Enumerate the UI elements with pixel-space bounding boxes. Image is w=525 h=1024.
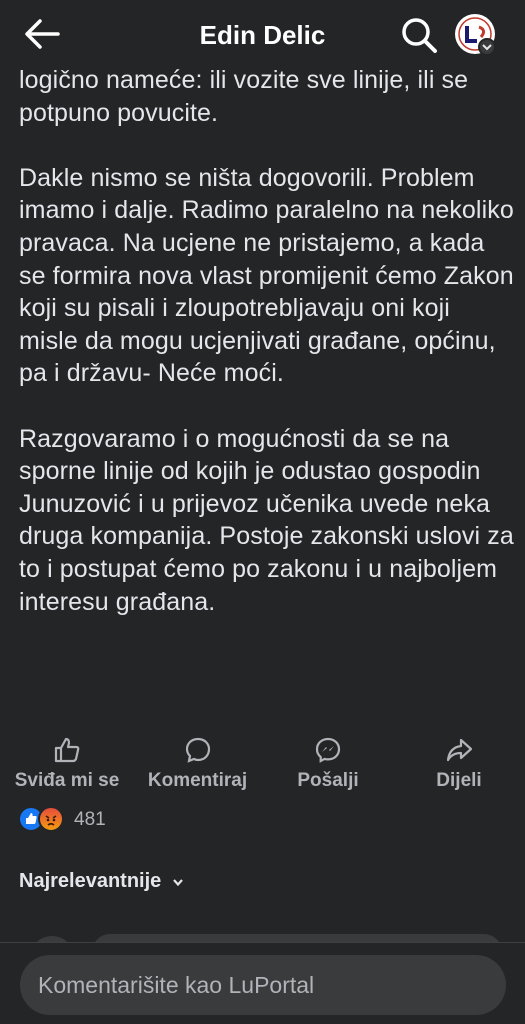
share-arrow-icon <box>446 738 473 762</box>
messenger-icon <box>315 737 341 763</box>
angry-reaction-icon <box>38 806 64 832</box>
post-body: logično nameće: ili vozite sve linije, i… <box>19 64 514 618</box>
top-bar: Edin Delic <box>0 0 525 68</box>
comment-label: Komentiraj <box>147 770 248 791</box>
comment-sort-dropdown[interactable]: Najrelevantnije <box>19 870 185 893</box>
search-icon <box>402 18 437 53</box>
post-actions-bar: Sviđa mi se Komentiraj Pošalji Dijeli <box>0 736 525 796</box>
chevron-down-icon <box>482 44 492 51</box>
comment-composer <box>0 942 525 1024</box>
comment-button[interactable]: Komentiraj <box>140 736 255 792</box>
share-label: Dijeli <box>436 770 482 791</box>
page-title: Edin Delic <box>199 20 326 50</box>
sort-label: Najrelevantnije <box>19 870 162 892</box>
reaction-count: 481 <box>74 809 106 830</box>
post-paragraph: logično nameće: ili vozite sve linije, i… <box>19 66 469 127</box>
post-paragraph: Razgovaramo i o mogućnosti da se na spor… <box>19 424 514 616</box>
like-button[interactable]: Sviđa mi se <box>8 736 126 792</box>
comment-input[interactable] <box>20 955 506 1015</box>
share-button[interactable]: Dijeli <box>420 736 498 792</box>
post-paragraph: Dakle nismo se ništa dogovorili. Problem… <box>19 163 514 388</box>
thumbs-up-icon <box>54 737 80 763</box>
search-button[interactable] <box>398 14 440 56</box>
send-label: Pošalji <box>297 770 359 791</box>
account-switcher-badge[interactable] <box>478 38 496 56</box>
comment-bubble-icon <box>185 737 210 763</box>
like-label: Sviđa mi se <box>14 770 120 791</box>
send-button[interactable]: Pošalji <box>284 736 372 792</box>
chevron-down-icon <box>173 878 183 886</box>
